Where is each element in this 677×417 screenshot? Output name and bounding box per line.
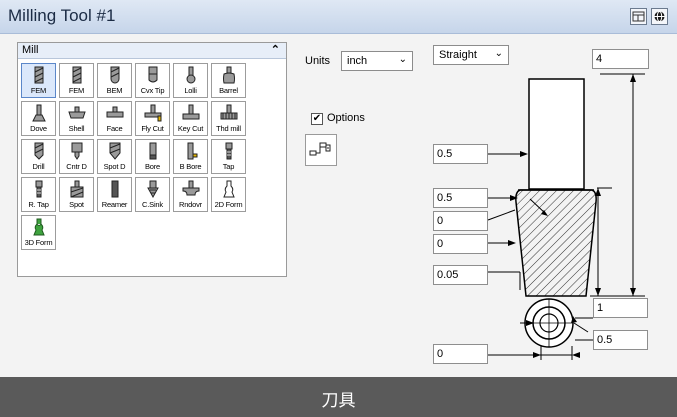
flute-length-field[interactable]: 1 xyxy=(593,298,648,318)
corner-radius-field[interactable]: 0 xyxy=(433,234,488,254)
tip-offset-field[interactable]: 0 xyxy=(433,344,488,364)
corner-radius-value: 0 xyxy=(437,238,444,250)
shank-shape xyxy=(528,78,585,190)
caption-text: 刀具 xyxy=(321,391,356,410)
tip-offset-value: 0 xyxy=(437,348,444,360)
bottom-diameter-field[interactable]: 0.5 xyxy=(593,330,648,350)
total-length-field[interactable]: 4 xyxy=(592,49,649,69)
tip-value-field[interactable]: 0.05 xyxy=(433,265,488,285)
shank-diameter-field[interactable]: 0.5 xyxy=(433,144,488,164)
tool-definition-panel: Mill ⌃ FEM FEM BEM Cvx Tip Lolli Barrel xyxy=(0,34,677,377)
tool-profile-drawing xyxy=(487,73,645,360)
bottom-diameter-value: 0.5 xyxy=(597,334,613,346)
flute-diameter-value: 0.5 xyxy=(437,192,453,204)
taper-angle-field[interactable]: 0 xyxy=(433,211,488,231)
shank-diameter-value: 0.5 xyxy=(437,148,453,160)
flute-shape xyxy=(515,189,597,297)
layout-icon[interactable] xyxy=(630,8,647,25)
flute-length-value: 1 xyxy=(597,302,604,314)
total-length-value: 4 xyxy=(596,53,603,65)
taper-angle-value: 0 xyxy=(437,215,444,227)
tip-value-value: 0.05 xyxy=(437,269,459,281)
caption-bar: 刀具 xyxy=(0,377,677,417)
flute-diameter-field[interactable]: 0.5 xyxy=(433,188,488,208)
globe-icon[interactable] xyxy=(651,8,668,25)
window-title: Milling Tool #1 xyxy=(8,6,116,25)
title-bar: Milling Tool #1 xyxy=(0,0,677,34)
